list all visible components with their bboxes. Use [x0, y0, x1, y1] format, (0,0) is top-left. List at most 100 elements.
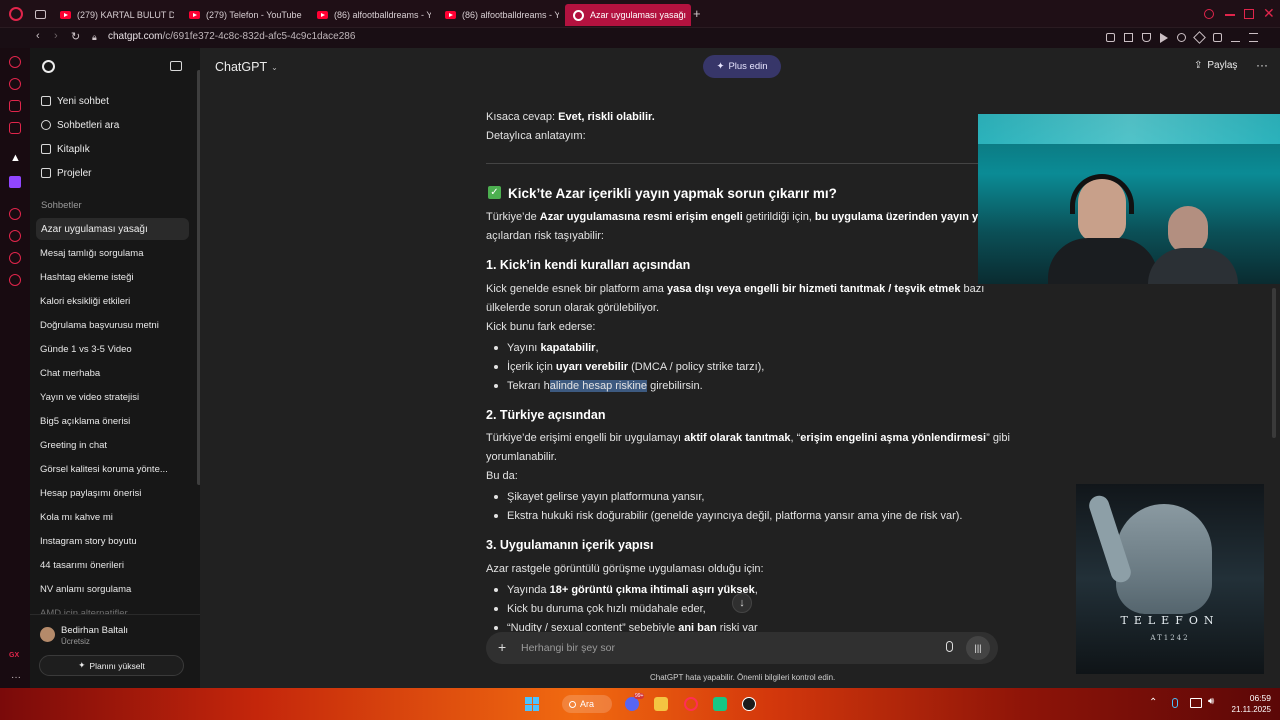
- settings-icon[interactable]: [9, 274, 21, 286]
- forward-icon[interactable]: ›: [54, 30, 58, 42]
- search-icon[interactable]: [1204, 9, 1214, 19]
- sidebar-toggle-icon[interactable]: [170, 61, 182, 71]
- text-selection[interactable]: alinde hesap riskine: [549, 380, 648, 392]
- chevron-up-icon[interactable]: ⌃: [1149, 697, 1157, 708]
- browser-tab[interactable]: (86) alfootballdreams - Yo: [309, 4, 431, 26]
- s2-paragraph-3: Bu da:: [486, 470, 518, 482]
- snapshot-icon[interactable]: [1124, 33, 1133, 42]
- share-button[interactable]: ⇪ Paylaş: [1194, 60, 1237, 71]
- chatgpt-logo-icon[interactable]: [42, 60, 55, 73]
- upgrade-plan-button[interactable]: ✦ Planını yükselt: [39, 655, 184, 676]
- chat-item[interactable]: Instagram story boyutu: [40, 536, 137, 547]
- chat-item[interactable]: Kalori eksikliği etkileri: [40, 296, 130, 307]
- close-button[interactable]: ✕: [1263, 5, 1275, 22]
- reload-icon[interactable]: ↻: [71, 30, 80, 43]
- minimize-button[interactable]: [1225, 14, 1235, 16]
- app-icon[interactable]: [713, 697, 727, 711]
- new-chat-button[interactable]: Yeni sohbet: [36, 90, 189, 112]
- browser-tab[interactable]: (86) alfootballdreams - Yo: [437, 4, 559, 26]
- tab-title: (279) Telefon - YouTube: [206, 10, 302, 20]
- message-input[interactable]: Herhangi bir şey sor: [521, 642, 615, 654]
- chat-item[interactable]: Chat merhaba: [40, 368, 100, 379]
- sparkle-icon: ✦: [716, 61, 725, 72]
- search-chats-label: Sohbetleri ara: [57, 119, 120, 131]
- volume-icon[interactable]: 🔊︎: [1208, 696, 1214, 707]
- new-tab-button[interactable]: +: [693, 7, 701, 20]
- clock-time[interactable]: 06:59: [1245, 693, 1271, 703]
- chat-item[interactable]: Yayın ve video stratejisi: [40, 392, 139, 403]
- tab-overview-icon[interactable]: [35, 10, 46, 19]
- cam-light-strip: [978, 114, 1280, 144]
- add-attachment-icon[interactable]: +: [498, 639, 506, 655]
- library-button[interactable]: Kitaplık: [36, 138, 189, 160]
- file-explorer-icon[interactable]: [654, 697, 668, 711]
- extension-icons: [1106, 31, 1276, 44]
- search-chats-button[interactable]: Sohbetleri ara: [36, 114, 189, 136]
- text-bold: ani ban: [678, 622, 717, 632]
- chat-item[interactable]: Görsel kalitesi koruma yönte...: [40, 464, 168, 475]
- model-selector[interactable]: ChatGPT ⌄: [215, 60, 278, 74]
- chat-item[interactable]: Doğrulama başvurusu metni: [40, 320, 159, 331]
- chat-item-active[interactable]: Azar uygulaması yasağı: [36, 218, 189, 240]
- pin-icon[interactable]: [1106, 33, 1115, 42]
- media-player-icon[interactable]: [742, 697, 756, 711]
- detail-intro: Detaylıca anlatayım:: [486, 130, 586, 142]
- extensions-icon[interactable]: [1213, 33, 1222, 42]
- chat-item[interactable]: Günde 1 vs 3-5 Video: [40, 344, 132, 355]
- chat-item[interactable]: NV anlamı sorgulama: [40, 584, 131, 595]
- chatgpt-sidebar-icon[interactable]: ▲: [10, 152, 21, 164]
- network-icon[interactable]: [1190, 698, 1202, 708]
- browser-tab-active[interactable]: Azar uygulaması yasağı: [565, 4, 691, 26]
- twitch-app-icon[interactable]: [9, 176, 21, 188]
- clock-date[interactable]: 21.11.2025: [1228, 705, 1271, 714]
- s2-bullet-2: Ekstra hukuki risk doğurabilir (genelde …: [507, 510, 963, 522]
- extensions-icon[interactable]: [9, 252, 21, 264]
- gx-label-icon[interactable]: GX: [9, 652, 19, 659]
- heart-icon[interactable]: [1177, 33, 1186, 42]
- opera-gx-icon[interactable]: [684, 697, 698, 711]
- start-button[interactable]: [525, 697, 539, 711]
- chat-item[interactable]: Hesap paylaşımı önerisi: [40, 488, 141, 499]
- maximize-button[interactable]: [1244, 9, 1254, 19]
- chat-item[interactable]: Mesaj tamlığı sorgulama: [40, 248, 143, 259]
- plus-upgrade-button[interactable]: ✦ Plus edin: [703, 55, 781, 78]
- gx-control-icon[interactable]: [9, 56, 21, 68]
- back-icon[interactable]: ‹: [36, 30, 40, 42]
- s2-paragraph-2: yorumlanabilir.: [486, 451, 557, 463]
- opera-logo-icon[interactable]: [9, 7, 23, 21]
- chat-item[interactable]: Greeting in chat: [40, 440, 107, 451]
- gx-cleaner-icon[interactable]: [9, 78, 21, 90]
- microphone-icon[interactable]: [946, 641, 953, 652]
- voice-mode-button[interactable]: |||: [966, 636, 990, 660]
- cube-icon[interactable]: [1193, 31, 1206, 44]
- projects-button[interactable]: Projeler: [36, 162, 189, 184]
- main-scrollbar[interactable]: [1272, 288, 1276, 438]
- url-field[interactable]: chatgpt.com/c/691fe372-4c8c-832d-afc5-4c…: [108, 31, 355, 42]
- text-bold: erişim engelini aşma yönlendirmesi: [800, 432, 987, 444]
- player-icon[interactable]: [9, 208, 21, 220]
- microphone-tray-icon[interactable]: [1172, 698, 1178, 708]
- scroll-down-button[interactable]: ↓: [732, 593, 752, 613]
- menu-icon[interactable]: [1249, 33, 1258, 42]
- discord-icon[interactable]: [625, 697, 639, 711]
- more-icon[interactable]: ···: [11, 672, 21, 683]
- chat-item[interactable]: 44 tasarımı önerileri: [40, 560, 124, 571]
- shield-icon[interactable]: [1142, 33, 1151, 42]
- tab-title: Azar uygulaması yasağı: [590, 10, 687, 20]
- history-icon[interactable]: [9, 230, 21, 242]
- text-span: Türkiye’de: [486, 211, 540, 223]
- user-name: Bedirhan Baltalı: [61, 625, 129, 636]
- chat-item[interactable]: Big5 açıklama önerisi: [40, 416, 130, 427]
- user-profile[interactable]: Bedirhan Baltalı Ücretsiz ✦ Planını yüks…: [30, 614, 200, 688]
- more-options-icon[interactable]: ···: [1256, 58, 1268, 72]
- browser-tab[interactable]: (279) Telefon - YouTube: [181, 4, 303, 26]
- download-icon[interactable]: [1231, 33, 1240, 42]
- chat-item[interactable]: Kola mı kahve mi: [40, 512, 113, 523]
- gx-corner-icon[interactable]: [9, 122, 21, 134]
- browser-tab[interactable]: (279) KARTAL BULUT DÖ: [52, 4, 174, 26]
- twitch-icon[interactable]: [9, 100, 21, 112]
- chat-item[interactable]: Hashtag ekleme isteği: [40, 272, 133, 283]
- taskbar-search[interactable]: Ara: [562, 695, 612, 713]
- play-icon[interactable]: [1160, 33, 1168, 43]
- youtube-icon: [317, 11, 328, 19]
